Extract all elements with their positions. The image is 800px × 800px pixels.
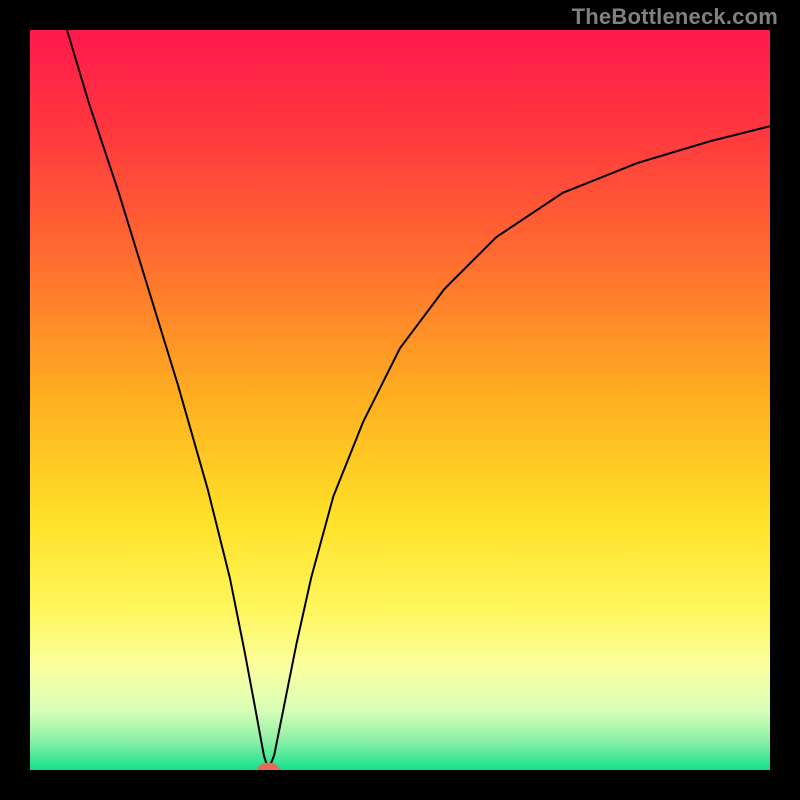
chart-plot — [30, 30, 770, 770]
chart-frame: TheBottleneck.com — [0, 0, 800, 800]
chart-svg — [30, 30, 770, 770]
watermark-text: TheBottleneck.com — [572, 4, 778, 30]
gradient-background — [30, 30, 770, 770]
